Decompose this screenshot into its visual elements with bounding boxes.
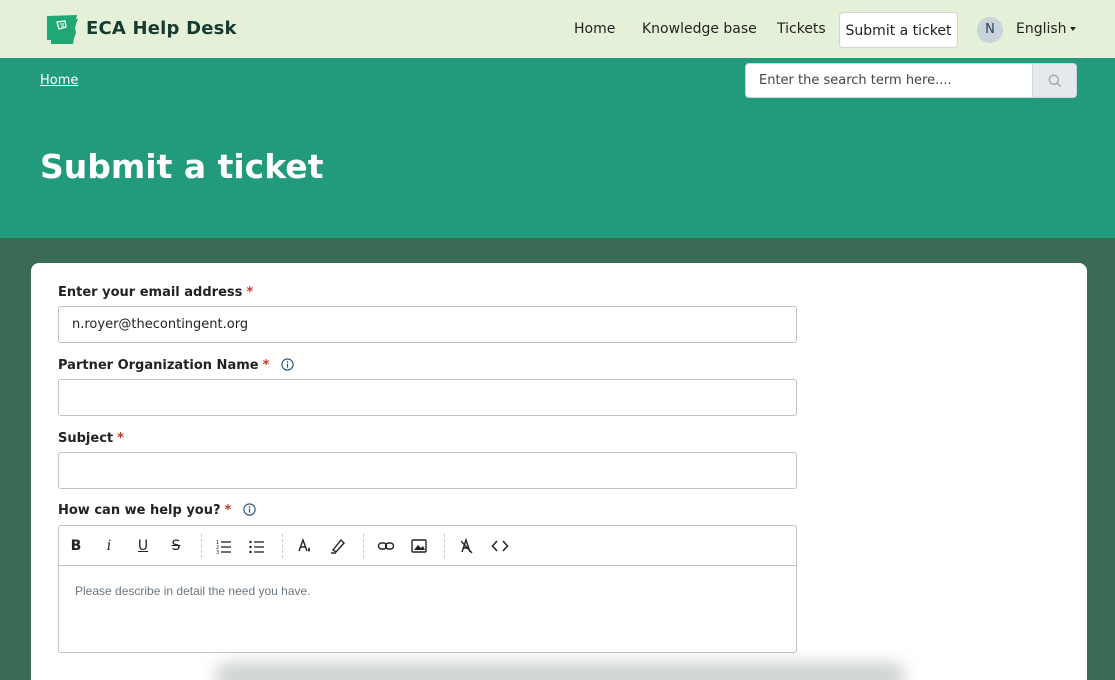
italic-icon[interactable]: i [100,537,118,555]
toolbar-divider [201,534,202,558]
code-icon[interactable] [491,537,509,555]
nav-tickets[interactable]: Tickets [777,21,826,37]
toolbar-divider [282,534,283,558]
nav-home[interactable]: Home [574,21,615,37]
organization-field[interactable] [58,379,797,416]
editor-content-area[interactable]: Please describe in detail the need you h… [75,584,311,598]
editor-toolbar: B i U S 1 2 3 [59,526,796,566]
help-label: How can we help you? * [58,503,256,518]
search-box [745,63,1077,98]
toolbar-divider [363,534,364,558]
svg-text:3: 3 [216,550,219,555]
user-avatar[interactable]: N [977,17,1003,43]
help-label-text: How can we help you? [58,503,221,518]
nav-knowledge-base[interactable]: Knowledge base [642,21,757,37]
unordered-list-icon[interactable] [248,537,266,555]
nav-submit-ticket[interactable]: Submit a ticket [839,12,958,48]
search-icon [1048,74,1062,88]
subject-label-text: Subject [58,431,114,446]
email-label: Enter your email address * [58,285,253,300]
ticket-form-card: Enter your email address* Partner Organi… [31,263,1087,680]
subject-label: Subject * [58,431,124,446]
language-label: English [1016,21,1067,37]
page-title: Submit a ticket [40,147,324,186]
clear-format-icon[interactable] [458,537,476,555]
underline-icon[interactable]: U [134,537,152,555]
info-circle-icon[interactable] [243,503,256,516]
highlight-icon[interactable] [329,537,347,555]
overlay-shadow [215,662,905,680]
required-marker: * [117,431,124,446]
toolbar-divider [444,534,445,558]
required-marker: * [262,358,270,373]
brand-name[interactable]: ECA Help Desk [86,18,237,39]
image-icon[interactable] [410,537,428,555]
info-circle-icon[interactable] [281,358,294,371]
required-marker: * [224,503,232,518]
breadcrumb-home[interactable]: Home [40,73,78,88]
org-label-text: Partner Organization Name [58,358,259,373]
strikethrough-icon[interactable]: S [167,537,185,555]
page-hero: Home Submit a ticket [0,58,1115,238]
ordered-list-icon[interactable]: 1 2 3 [215,537,233,555]
subject-field[interactable] [58,452,797,489]
search-button[interactable] [1032,64,1076,97]
email-field[interactable] [58,306,797,343]
rich-text-editor: B i U S 1 2 3 Please describe in detail … [58,525,797,653]
required-marker: * [246,285,254,300]
org-label: Partner Organization Name * [58,358,294,373]
bold-icon[interactable]: B [67,537,85,555]
caret-down-icon [1069,27,1076,31]
email-label-text: Enter your email address [58,285,243,300]
language-dropdown[interactable]: English [1016,21,1076,37]
search-input[interactable] [746,64,1032,97]
link-icon[interactable] [377,537,395,555]
top-navbar: ECA Help Desk Home Knowledge base Ticket… [0,0,1115,58]
text-color-icon[interactable] [296,537,314,555]
arkansas-logo-icon[interactable] [45,14,79,45]
